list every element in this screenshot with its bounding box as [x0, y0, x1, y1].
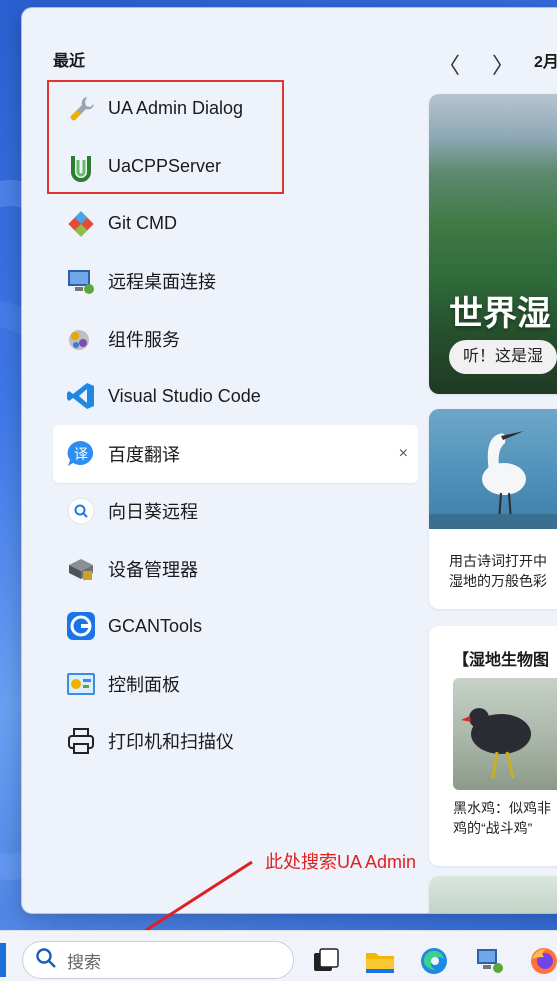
file-explorer-icon[interactable]: [364, 945, 396, 977]
search-placeholder: 搜索: [67, 952, 101, 972]
task-view-icon[interactable]: [310, 945, 342, 977]
taskbar: 搜索: [0, 930, 557, 981]
search-icon: [35, 947, 57, 974]
firefox-icon[interactable]: [528, 945, 557, 977]
network-app-icon[interactable]: [474, 945, 506, 977]
taskbar-search-box[interactable]: 搜索: [22, 941, 294, 979]
annotation-arrow: [104, 860, 253, 957]
start-button-edge[interactable]: [0, 943, 6, 977]
annotation-text: 此处搜索UA Admin: [265, 852, 417, 872]
edge-icon[interactable]: [418, 945, 450, 977]
